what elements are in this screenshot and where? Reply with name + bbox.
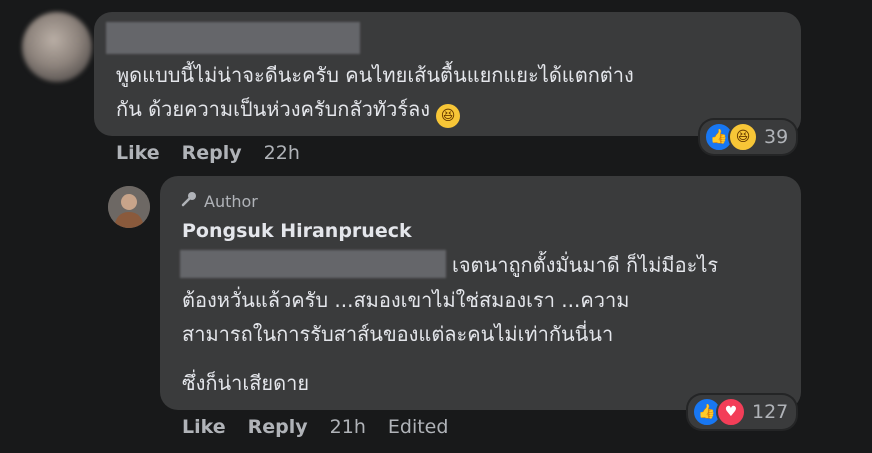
love-reaction-icon: ♥: [716, 397, 746, 427]
microphone-icon: [180, 190, 198, 212]
author-avatar[interactable]: [108, 186, 150, 228]
reply-text-line-4: ซึ่งก็น่าเสียดาย: [182, 371, 310, 395]
commenter-avatar[interactable]: [22, 12, 92, 82]
reaction-count: 39: [764, 126, 789, 148]
timestamp[interactable]: 21h: [330, 416, 366, 438]
like-button[interactable]: Like: [116, 142, 160, 164]
redacted-name: [106, 22, 360, 54]
reply-button[interactable]: Reply: [182, 142, 242, 164]
laughing-emoji-icon: 😆: [436, 104, 461, 128]
author-badge-label: Author: [204, 191, 258, 211]
reply-text-line-3: สามารถในการรับสาส์นของแต่ละคนไม่เท่ากันน…: [182, 322, 614, 346]
timestamp[interactable]: 22h: [264, 142, 300, 164]
reply-text-line-1: เจตนาถูกตั้งมั่นมาดี ก็ไม่มีอะไร: [452, 253, 719, 277]
reaction-summary[interactable]: 👍 ♥ 127: [688, 395, 797, 429]
haha-reaction-icon: 😆: [728, 122, 758, 152]
comment-text-line-2: กัน ด้วยความเป็นห่วงครับกลัวทัวร์ลง 😆: [116, 92, 461, 128]
like-button[interactable]: Like: [182, 416, 226, 438]
edited-label[interactable]: Edited: [388, 416, 449, 438]
comment-text-line: พูดแบบนี้ไม่น่าจะดีนะครับ คนไทยเส้นตื้นแ…: [116, 63, 634, 87]
author-badge: Author: [180, 190, 258, 212]
reply-button[interactable]: Reply: [248, 416, 308, 438]
reply-text-line-2: ต้องหวั่นแล้วครับ ...สมองเขาไม่ใช่สมองเร…: [182, 288, 630, 312]
redacted-mention: [180, 250, 446, 278]
comment-text: กัน ด้วยความเป็นห่วงครับกลัวทัวร์ลง: [116, 97, 431, 121]
reply-actions: Like Reply 21h Edited: [182, 416, 448, 438]
author-name[interactable]: Pongsuk Hiranprueck: [182, 220, 412, 242]
reaction-count: 127: [752, 401, 789, 423]
comment-actions: Like Reply 22h: [116, 142, 300, 164]
reaction-summary[interactable]: 👍 😆 39: [700, 120, 797, 154]
